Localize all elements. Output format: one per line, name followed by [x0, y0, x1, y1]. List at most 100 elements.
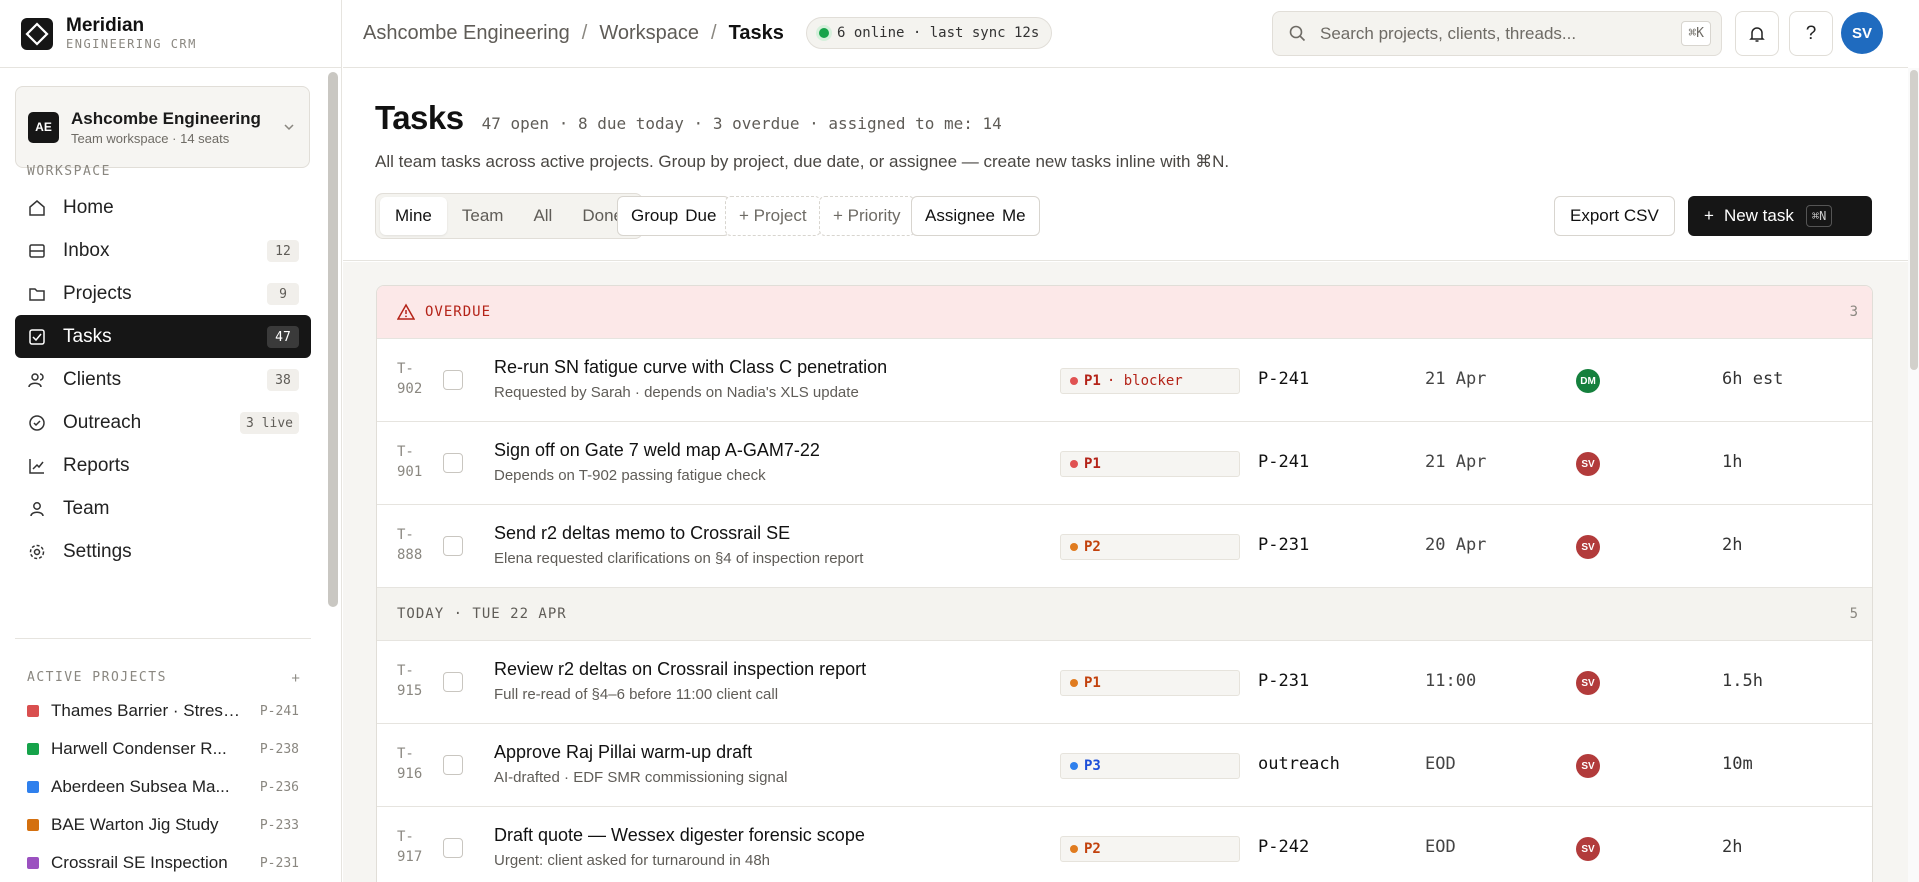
assignee-avatar[interactable]: SV	[1576, 535, 1600, 559]
priority-badge[interactable]: P1	[1060, 670, 1240, 696]
sidebar-item-team[interactable]: Team	[15, 487, 311, 530]
assignee-filter[interactable]: Assignee Me	[911, 196, 1040, 236]
task-title[interactable]: Approve Raj Pillai warm-up draft	[494, 742, 752, 763]
export-csv-button[interactable]: Export CSV	[1554, 196, 1675, 236]
sidebar-project-item[interactable]: Thames Barrier · Stress... P-241	[15, 692, 311, 730]
sidebar-item-reports[interactable]: Reports	[15, 444, 311, 487]
sidebar-item-home[interactable]: Home	[15, 186, 311, 229]
page-title: Tasks	[375, 99, 464, 136]
task-title[interactable]: Review r2 deltas on Crossrail inspection…	[494, 659, 866, 680]
workspace-avatar: AE	[28, 111, 59, 143]
sidebar-item-settings[interactable]: Settings	[15, 530, 311, 573]
count-badge: 9	[267, 283, 299, 305]
tasks-table: OVERDUE 3 T- 902 Re-run SN fatigue curve …	[376, 285, 1873, 882]
task-subtitle: Depends on T-902 passing fatigue check	[494, 467, 766, 484]
task-title[interactable]: Draft quote — Wessex digester forensic s…	[494, 825, 865, 846]
priority-badge[interactable]: P1 · blocker	[1060, 368, 1240, 394]
table-row[interactable]: T- 901 Sign off on Gate 7 weld map A-GAM7…	[377, 422, 1872, 505]
add-project-button[interactable]: +	[291, 670, 300, 687]
count-badge: 12	[267, 240, 299, 262]
priority-badge[interactable]: P3	[1060, 753, 1240, 779]
task-project[interactable]: P-241	[1258, 452, 1309, 472]
task-scope-tabs: Mine Team All Done	[375, 193, 643, 239]
group-header-overdue[interactable]: OVERDUE 3	[377, 286, 1872, 339]
sidebar-item-outreach[interactable]: Outreach 3 live	[15, 401, 311, 444]
new-task-button[interactable]: + New task ⌘N	[1688, 196, 1872, 236]
user-avatar[interactable]: SV	[1841, 12, 1883, 54]
assignee-avatar[interactable]: SV	[1576, 754, 1600, 778]
task-estimate: 2h	[1722, 535, 1743, 555]
assignee-avatar[interactable]: DM	[1576, 369, 1600, 393]
page-scrollbar-thumb[interactable]	[1910, 70, 1918, 370]
task-checkbox[interactable]	[443, 453, 463, 473]
task-project[interactable]: P-231	[1258, 535, 1309, 555]
breadcrumb-separator: /	[711, 22, 717, 44]
assignee-avatar[interactable]: SV	[1576, 837, 1600, 861]
task-subtitle: Urgent: client asked for turnaround in 4…	[494, 852, 770, 869]
breadcrumb-item[interactable]: Ashcombe Engineering	[363, 22, 570, 45]
task-project[interactable]: P-231	[1258, 671, 1309, 691]
add-priority-filter[interactable]: + Priority	[819, 196, 915, 236]
search-input[interactable]: Search projects, clients, threads... ⌘K	[1272, 11, 1722, 56]
priority-label: P3	[1084, 758, 1101, 774]
workspace-switcher[interactable]: AE Ashcombe Engineering Team workspace ·…	[15, 86, 310, 168]
sidebar-project-item[interactable]: BAE Warton Jig Study P-233	[15, 806, 311, 844]
priority-label: P1	[1084, 373, 1101, 389]
task-checkbox[interactable]	[443, 536, 463, 556]
task-project[interactable]: outreach	[1258, 754, 1340, 774]
table-row[interactable]: T- 915 Review r2 deltas on Crossrail insp…	[377, 641, 1872, 724]
project-code: P-241	[259, 703, 299, 719]
task-checkbox[interactable]	[443, 370, 463, 390]
sidebar-item-label: Home	[63, 196, 114, 218]
table-row[interactable]: T- 902 Re-run SN fatigue curve with Class…	[377, 339, 1872, 422]
inbox-icon	[27, 241, 47, 261]
group-label: OVERDUE	[425, 304, 492, 320]
task-subtitle: Elena requested clarifications on §4 of …	[494, 550, 864, 567]
sidebar-item-tasks[interactable]: Tasks 47	[15, 315, 311, 358]
task-project[interactable]: P-241	[1258, 369, 1309, 389]
task-title[interactable]: Sign off on Gate 7 weld map A-GAM7-22	[494, 440, 820, 461]
tab-mine[interactable]: Mine	[380, 197, 447, 235]
group-by-filter[interactable]: Group Due	[617, 196, 731, 236]
task-id: T- 902	[397, 359, 431, 399]
sidebar-item-label: Team	[63, 497, 110, 519]
help-button[interactable]: ?	[1789, 11, 1833, 56]
sidebar-item-inbox[interactable]: Inbox 12	[15, 229, 311, 272]
task-checkbox[interactable]	[443, 755, 463, 775]
breadcrumb-item[interactable]: Workspace	[599, 22, 699, 45]
clients-icon	[27, 370, 47, 390]
tab-team[interactable]: Team	[447, 197, 519, 235]
page-scrollbar[interactable]	[1908, 68, 1919, 882]
group-header-today[interactable]: TODAY · TUE 22 APR 5	[377, 588, 1872, 641]
task-project[interactable]: P-242	[1258, 837, 1309, 857]
sidebar-item-projects[interactable]: Projects 9	[15, 272, 311, 315]
assignee-avatar[interactable]: SV	[1576, 452, 1600, 476]
live-badge: 3 live	[240, 412, 299, 434]
priority-badge[interactable]: P1	[1060, 451, 1240, 477]
priority-badge[interactable]: P2	[1060, 534, 1240, 560]
task-checkbox[interactable]	[443, 672, 463, 692]
task-checkbox[interactable]	[443, 838, 463, 858]
task-id-prefix: T-	[397, 444, 414, 460]
table-row[interactable]: T- 917 Draft quote — Wessex digester fore…	[377, 807, 1872, 882]
table-row[interactable]: T- 888 Send r2 deltas memo to Crossrail S…	[377, 505, 1872, 588]
task-title[interactable]: Send r2 deltas memo to Crossrail SE	[494, 523, 790, 544]
sidebar-item-clients[interactable]: Clients 38	[15, 358, 311, 401]
sidebar-item-label: Settings	[63, 540, 132, 562]
brand[interactable]: Meridian ENGINEERING CRM	[0, 0, 341, 68]
notifications-button[interactable]	[1735, 11, 1779, 56]
task-title[interactable]: Re-run SN fatigue curve with Class C pen…	[494, 357, 887, 378]
online-status-pill: 6 online · last sync 12s	[806, 17, 1053, 49]
sidebar-project-item[interactable]: Harwell Condenser R... P-238	[15, 730, 311, 768]
sidebar-scrollbar[interactable]	[328, 72, 338, 607]
priority-badge[interactable]: P2	[1060, 836, 1240, 862]
sidebar-project-item[interactable]: Crossrail SE Inspection P-231	[15, 844, 311, 882]
help-icon: ?	[1805, 22, 1817, 44]
sidebar-project-item[interactable]: Aberdeen Subsea Ma... P-236	[15, 768, 311, 806]
task-subtitle: AI-drafted · EDF SMR commissioning signa…	[494, 769, 788, 786]
add-project-filter[interactable]: + Project	[725, 196, 821, 236]
table-row[interactable]: T- 916 Approve Raj Pillai warm-up draft A…	[377, 724, 1872, 807]
tab-all[interactable]: All	[518, 197, 567, 235]
sidebar-nav: Home Inbox 12 Projects 9 Tasks 47 Client…	[15, 186, 311, 573]
assignee-avatar[interactable]: SV	[1576, 671, 1600, 695]
